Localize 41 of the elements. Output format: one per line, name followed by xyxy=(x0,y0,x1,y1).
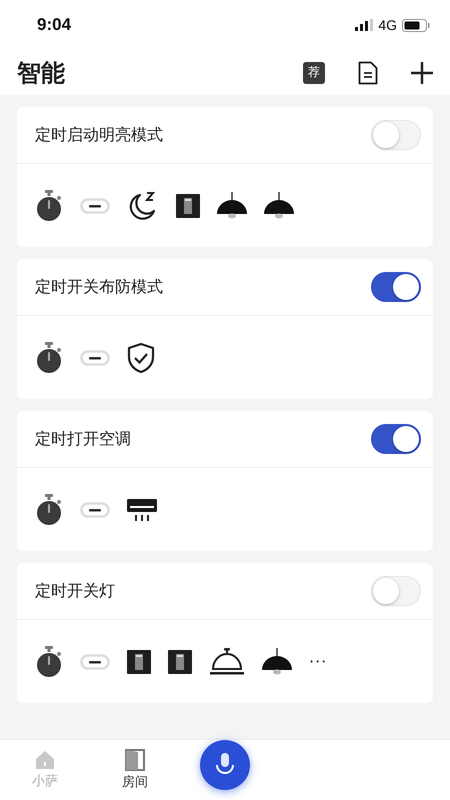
scene-card[interactable]: 定时打开空调 xyxy=(17,411,433,551)
scene-title: 定时开关灯 xyxy=(35,580,115,602)
pendant-lamp-icon xyxy=(217,192,247,220)
door-icon xyxy=(125,749,145,771)
scene-title: 定时开关布防模式 xyxy=(35,276,163,298)
signal-icon xyxy=(355,19,374,31)
toggle-switch[interactable] xyxy=(371,424,421,454)
add-icon[interactable] xyxy=(411,62,433,84)
link-icon xyxy=(80,350,110,366)
page-title: 智能 xyxy=(17,58,66,88)
wall-switch-icon xyxy=(127,650,151,674)
tab-item[interactable]: 房间 xyxy=(90,749,180,791)
stopwatch-icon xyxy=(35,190,63,222)
stopwatch-icon xyxy=(35,646,63,678)
link-icon xyxy=(80,502,110,518)
wall-switch-icon xyxy=(168,650,192,674)
voice-button[interactable] xyxy=(200,740,250,790)
network-label: 4G xyxy=(378,17,397,33)
status-time: 9:04 xyxy=(37,15,72,35)
home-icon xyxy=(35,750,55,770)
wall-switch-icon xyxy=(176,194,200,218)
link-icon xyxy=(80,654,110,670)
shield-check-icon xyxy=(127,342,155,374)
service-bell-icon xyxy=(209,648,245,676)
stopwatch-icon xyxy=(35,342,63,374)
scene-card[interactable]: 定时开关布防模式 xyxy=(17,259,433,399)
document-icon[interactable] xyxy=(358,60,378,84)
link-icon xyxy=(80,198,110,214)
toggle-switch[interactable] xyxy=(371,272,421,302)
stopwatch-icon xyxy=(35,494,63,526)
scene-card[interactable]: 定时启动明亮模式 xyxy=(17,107,433,247)
scene-title: 定时打开空调 xyxy=(35,428,131,450)
pendant-lamp-icon xyxy=(262,648,292,676)
battery-icon xyxy=(402,18,430,32)
pendant-lamp-icon xyxy=(264,192,294,220)
scene-card[interactable]: 定时开关灯 ··· xyxy=(17,563,433,703)
more-indicator: ··· xyxy=(309,652,328,671)
microphone-icon xyxy=(215,753,235,777)
scene-title: 定时启动明亮模式 xyxy=(35,124,163,146)
recommend-button[interactable]: 荐 xyxy=(303,62,325,84)
air-conditioner-icon xyxy=(127,496,157,522)
